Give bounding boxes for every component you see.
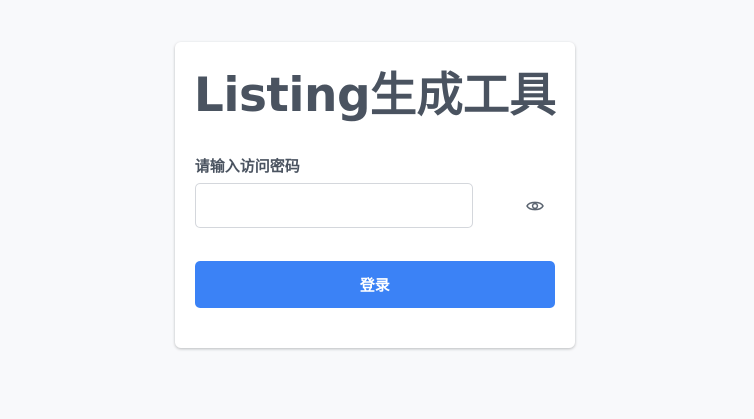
page-title: Listing生成工具 (193, 68, 557, 123)
login-card: Listing生成工具 请输入访问密码 登录 (175, 42, 575, 348)
password-input[interactable] (195, 183, 473, 228)
login-button[interactable]: 登录 (195, 261, 555, 308)
eye-icon-graphic (526, 201, 544, 211)
eye-icon[interactable] (523, 196, 547, 216)
password-label: 请输入访问密码 (195, 157, 301, 175)
